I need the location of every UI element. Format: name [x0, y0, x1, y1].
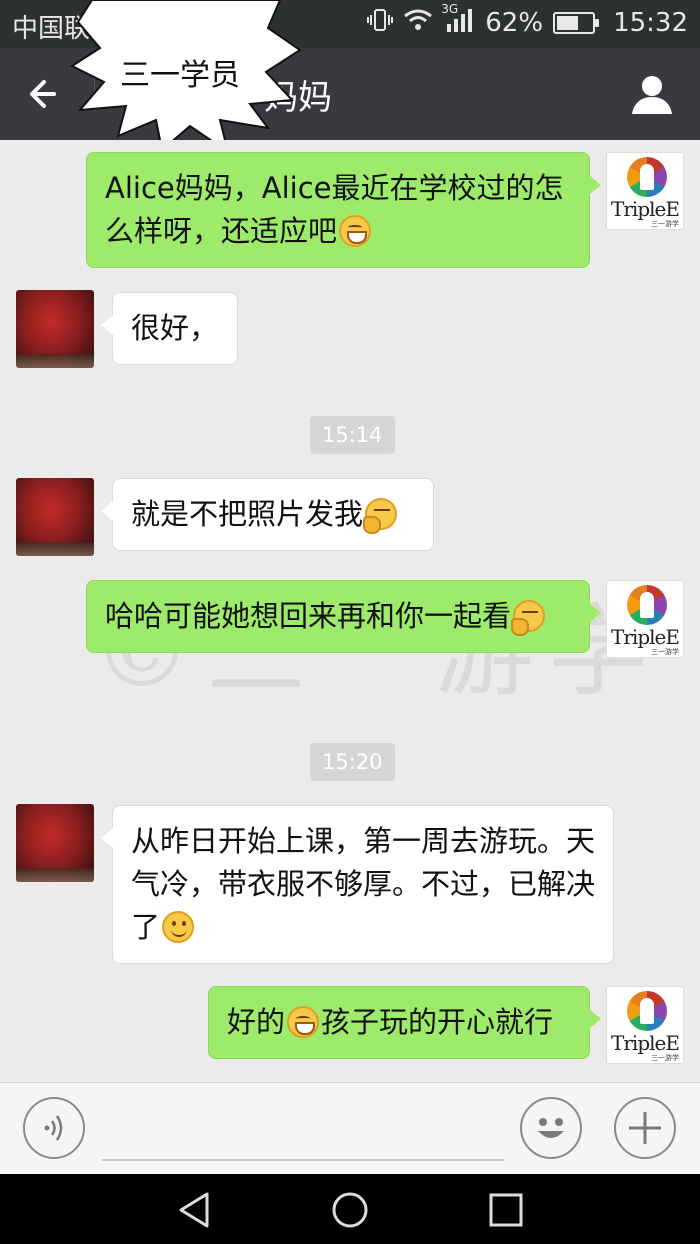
thinking-emoji	[511, 600, 546, 636]
outgoing-message[interactable]: Alice妈妈，Alice最近在学校过的怎么样呀，还适应吧	[86, 152, 601, 268]
system-nav-bar	[0, 1174, 700, 1244]
incoming-message[interactable]: 很好，	[101, 292, 238, 365]
message-text-start: 好的	[227, 1005, 286, 1039]
network-type: 3G	[441, 2, 459, 16]
thinking-emoji	[363, 498, 398, 534]
back-arrow-icon[interactable]	[24, 72, 68, 116]
plus-icon[interactable]	[614, 1097, 676, 1159]
grin-emoji	[339, 215, 372, 247]
home-circle-icon[interactable]	[330, 1190, 370, 1230]
logo-text: TripleE	[611, 625, 680, 649]
back-triangle-icon[interactable]	[175, 1190, 215, 1230]
timestamp-text: 15:14	[322, 423, 383, 447]
message-text-end: 孩子玩的开心就行	[321, 1005, 554, 1039]
logo-subtext: 三一游学	[651, 220, 679, 228]
incoming-message[interactable]: 就是不把照片发我	[101, 478, 434, 551]
logo-text: TripleE	[611, 197, 680, 221]
signal-icon: 3G	[441, 2, 475, 38]
message-text: 从昨日开始上课，第一周去游玩。天气冷，带衣服不够厚。不过，已解决了	[131, 824, 596, 944]
wifi-icon	[403, 8, 433, 38]
battery-icon	[553, 12, 600, 34]
sticker-text: 三一学员	[120, 58, 240, 93]
message-text: 哈哈可能她想回来再和你一起看	[105, 599, 512, 633]
sticker-speech-bubble: 三一学员	[69, 0, 302, 156]
timestamp-text: 15:20	[322, 750, 383, 774]
logo-text: TripleE	[611, 1031, 680, 1055]
message-text: 就是不把照片发我	[131, 497, 364, 531]
vibrate-icon	[367, 8, 394, 38]
message-input[interactable]	[102, 1159, 504, 1161]
chat-messages[interactable]: ©三一游学 Alice妈妈，Alice最近在学校过的怎么样呀，还适应吧 Trip…	[0, 140, 700, 1082]
avatar-contact[interactable]	[16, 290, 94, 368]
battery-percent: 62%	[485, 8, 544, 38]
incoming-message[interactable]: 从昨日开始上课，第一周去游玩。天气冷，带衣服不够厚。不过，已解决了	[101, 805, 614, 964]
logo-subtext: 三一游学	[651, 1054, 679, 1062]
outgoing-message[interactable]: 好的 孩子玩的开心就行	[208, 986, 601, 1059]
contact-profile-icon[interactable]	[630, 72, 674, 116]
avatar-tripleE[interactable]: TripleE 三一游学	[606, 986, 684, 1064]
timestamp: 15:20	[310, 743, 395, 781]
voice-icon[interactable]	[23, 1097, 85, 1159]
timestamp: 15:14	[310, 416, 395, 454]
avatar-tripleE[interactable]: TripleE 三一游学	[606, 152, 684, 230]
grin-emoji	[287, 1006, 320, 1038]
recent-square-icon[interactable]	[486, 1190, 526, 1230]
status-icons: 3G 62% 15:32	[367, 2, 688, 38]
avatar-contact[interactable]	[16, 804, 94, 882]
emoji-icon[interactable]	[520, 1097, 582, 1159]
avatar-tripleE[interactable]: TripleE 三一游学	[606, 580, 684, 658]
message-text: 很好，	[131, 311, 219, 345]
avatar-contact[interactable]	[16, 478, 94, 556]
logo-subtext: 三一游学	[651, 648, 679, 656]
message-text: Alice妈妈，Alice最近在学校过的怎么样呀，还适应吧	[105, 171, 564, 248]
outgoing-message[interactable]: 哈哈可能她想回来再和你一起看	[86, 580, 601, 653]
smile-emoji	[162, 911, 195, 943]
input-bar	[0, 1082, 700, 1174]
clock: 15:32	[613, 8, 688, 38]
